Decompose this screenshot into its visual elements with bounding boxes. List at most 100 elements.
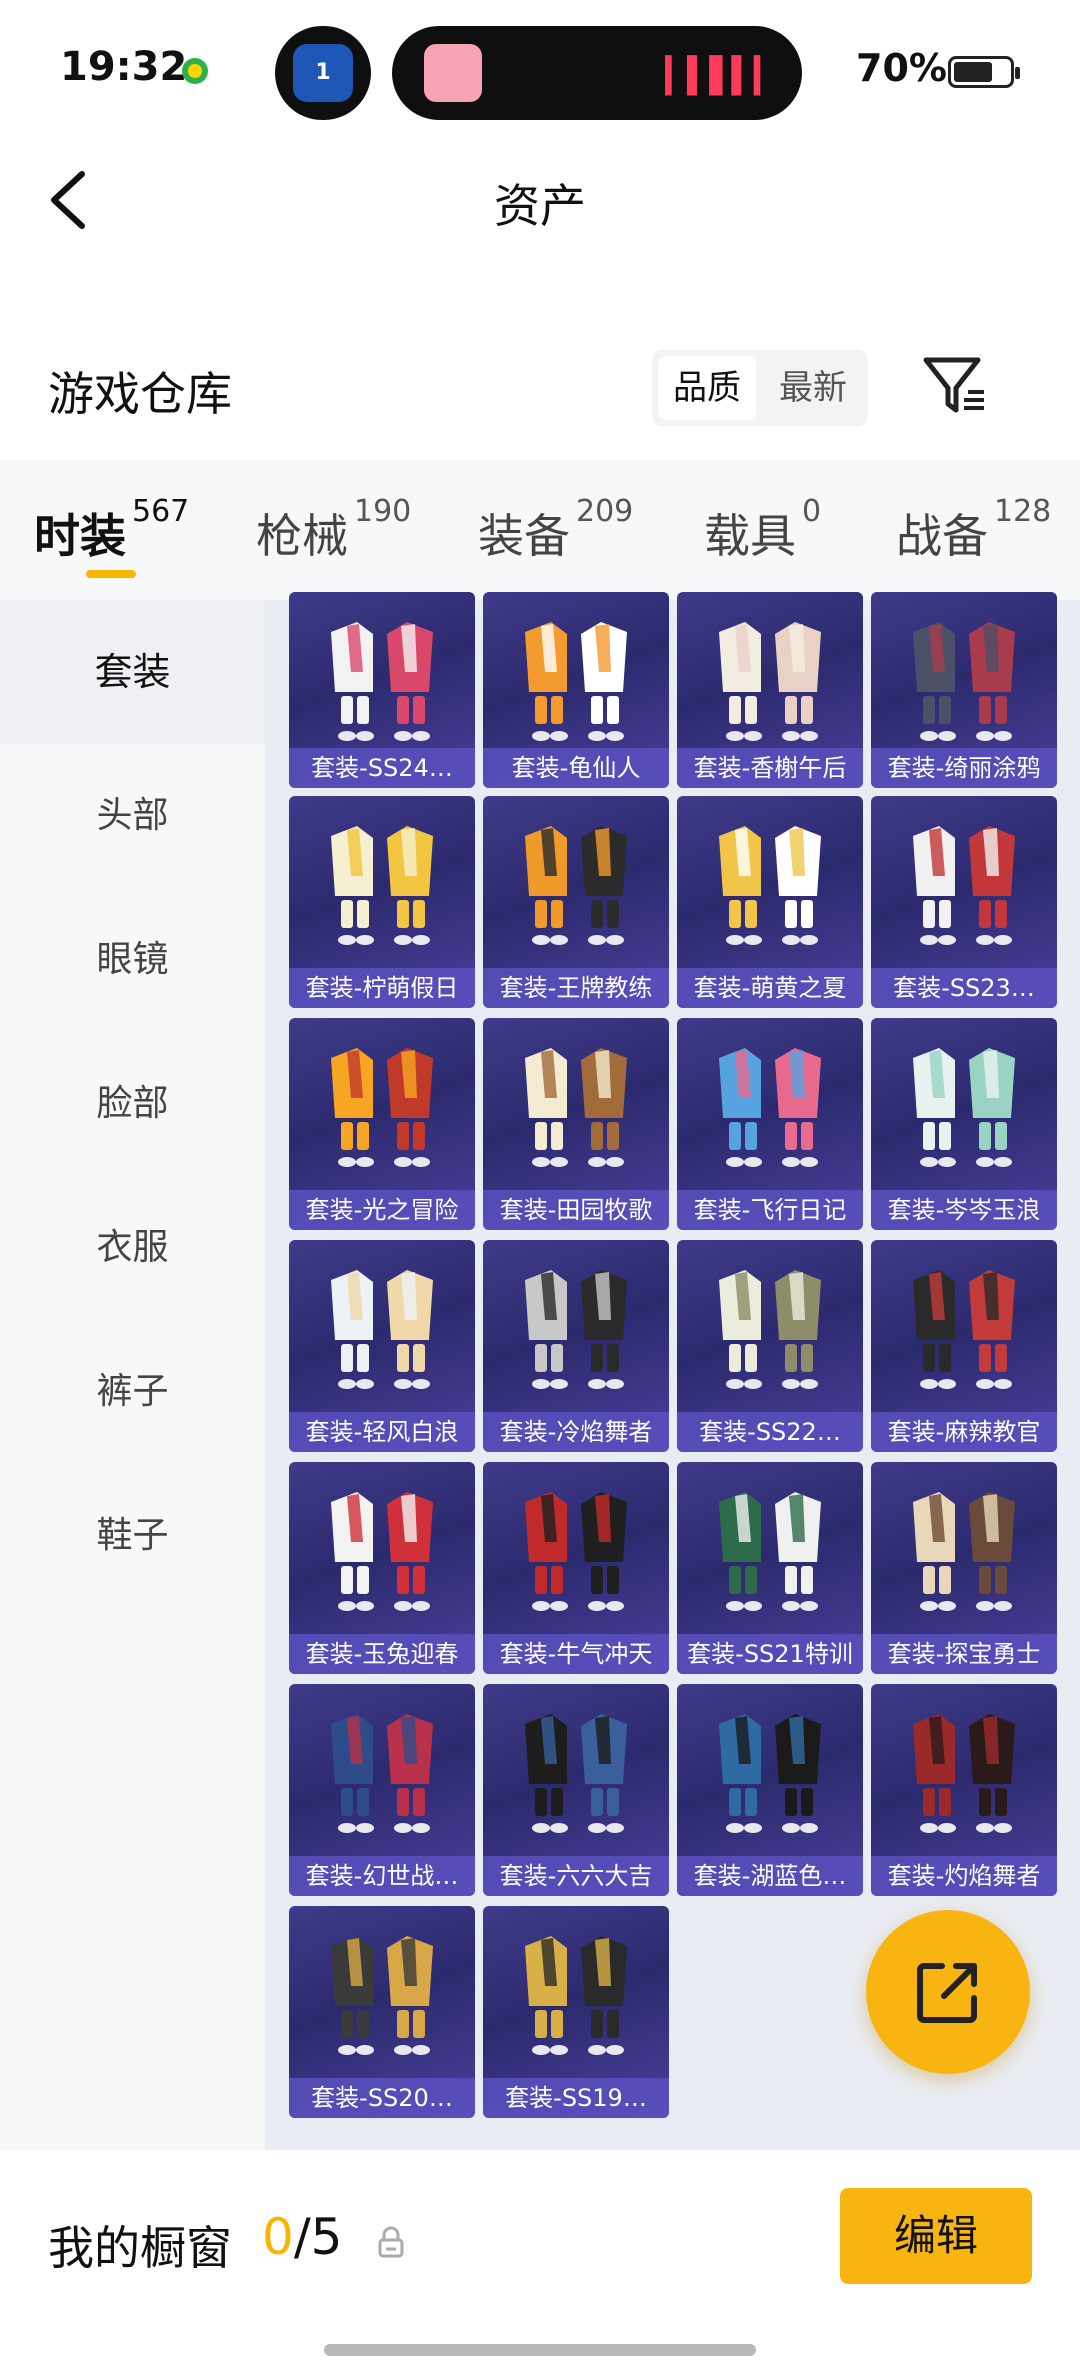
outfit-card[interactable]: 套装-湖蓝色…	[677, 1684, 863, 1896]
outfit-thumbnail-icon	[331, 622, 433, 741]
showcase-total: /5	[293, 2208, 343, 2266]
showcase-label: 我的橱窗	[48, 2221, 232, 2275]
outfit-thumbnail-icon	[525, 1048, 627, 1167]
sidebar-item-clothes[interactable]: 衣服	[0, 1176, 265, 1320]
sub-category-sidebar: 套装 头部 眼镜 脸部 衣服 裤子 鞋子	[0, 600, 265, 2150]
outfit-thumbnail-icon	[525, 622, 627, 741]
warehouse-title: 游戏仓库	[48, 367, 232, 421]
tab-label: 时装	[34, 509, 126, 563]
media-thumbnail	[424, 44, 482, 102]
tab-guns[interactable]: 枪械 190	[256, 494, 411, 566]
sort-toggle: 品质 最新	[652, 350, 868, 426]
sidebar-item-pants[interactable]: 裤子	[0, 1320, 265, 1464]
edit-button[interactable]: 编辑	[840, 2188, 1032, 2284]
filter-button[interactable]	[920, 350, 990, 420]
outfit-thumbnail-icon	[913, 1048, 1015, 1167]
outfit-card[interactable]: 套装-香榭午后	[677, 592, 863, 788]
outfit-thumbnail-icon	[525, 1270, 627, 1389]
outfit-card[interactable]: 套装-麻辣教官	[871, 1240, 1057, 1452]
outfit-thumbnail-icon	[719, 622, 821, 741]
tab-label: 载具	[704, 509, 796, 563]
outfit-name: 套装-王牌教练	[483, 968, 669, 1008]
outfit-thumbnail-icon	[525, 826, 627, 945]
outfit-card[interactable]: 套装-SS23…	[871, 796, 1057, 1008]
outfit-thumbnail-icon	[719, 1048, 821, 1167]
outfit-card[interactable]: 套装-SS24…	[289, 592, 475, 788]
outfit-thumbnail-icon	[331, 826, 433, 945]
outfit-card[interactable]: 套装-飞行日记	[677, 1018, 863, 1230]
tab-label: 装备	[478, 509, 570, 563]
media-capsule[interactable]: ▎▍▌▍▎	[392, 26, 802, 120]
outfit-card[interactable]: 套装-SS22…	[677, 1240, 863, 1452]
outfit-card[interactable]: 套装-轻风白浪	[289, 1240, 475, 1452]
sidebar-item-glasses[interactable]: 眼镜	[0, 888, 265, 1032]
sort-newest-option[interactable]: 最新	[764, 356, 862, 420]
tab-supplies[interactable]: 战备 128	[896, 494, 1051, 566]
outfit-name: 套装-牛气冲天	[483, 1634, 669, 1674]
tab-count: 190	[354, 494, 412, 529]
sidebar-item-face[interactable]: 脸部	[0, 1032, 265, 1176]
outfit-card[interactable]: 套装-幻世战…	[289, 1684, 475, 1896]
outfit-thumbnail-icon	[719, 1714, 821, 1833]
outfit-thumbnail-icon	[331, 1270, 433, 1389]
outfit-card[interactable]: 套装-岑岑玉浪	[871, 1018, 1057, 1230]
outfit-card[interactable]: 套装-田园牧歌	[483, 1018, 669, 1230]
lock-icon	[378, 2226, 404, 2258]
outfit-card[interactable]: 套装-光之冒险	[289, 1018, 475, 1230]
audio-wave-icon: ▎▍▌▍▎	[665, 56, 780, 96]
outfit-card[interactable]: 套装-柠萌假日	[289, 796, 475, 1008]
outfit-name: 套装-柠萌假日	[289, 968, 475, 1008]
outfit-thumbnail-icon	[331, 1936, 433, 2055]
sidebar-item-head[interactable]: 头部	[0, 744, 265, 888]
outfit-card[interactable]: 套装-SS19…	[483, 1906, 669, 2118]
outfit-thumbnail-icon	[525, 1492, 627, 1611]
tab-vehicles[interactable]: 载具 0	[704, 494, 821, 566]
call-capsule[interactable]: 1	[275, 26, 371, 120]
status-time: 19:32	[60, 44, 188, 90]
outfit-name: 套装-玉兔迎春	[289, 1634, 475, 1674]
outfit-thumbnail-icon	[913, 1270, 1015, 1389]
outfit-card[interactable]: 套装-灼焰舞者	[871, 1684, 1057, 1896]
sort-quality-option[interactable]: 品质	[658, 356, 756, 420]
tab-count: 567	[132, 494, 190, 529]
status-bar: 19:32 1 ▎▍▌▍▎ 70%	[0, 0, 1080, 140]
outfit-name: 套装-SS19…	[483, 2078, 669, 2118]
share-external-icon	[917, 1963, 977, 2023]
share-button[interactable]	[866, 1910, 1030, 2074]
outfit-name: 套装-轻风白浪	[289, 1412, 475, 1452]
sidebar-item-shoes[interactable]: 鞋子	[0, 1464, 265, 1608]
outfit-card[interactable]: 套装-王牌教练	[483, 796, 669, 1008]
outfit-name: 套装-田园牧歌	[483, 1190, 669, 1230]
outfit-card[interactable]: 套装-萌黄之夏	[677, 796, 863, 1008]
outfit-thumbnail-icon	[331, 1492, 433, 1611]
outfit-thumbnail-icon	[913, 1492, 1015, 1611]
home-indicator[interactable]	[324, 2344, 756, 2356]
outfit-thumbnail-icon	[719, 1270, 821, 1389]
outfit-name: 套装-湖蓝色…	[677, 1856, 863, 1896]
outfit-thumbnail-icon	[913, 826, 1015, 945]
outfit-card[interactable]: 套装-牛气冲天	[483, 1462, 669, 1674]
outfit-name: 套装-幻世战…	[289, 1856, 475, 1896]
sidebar-item-suit[interactable]: 套装	[0, 600, 265, 744]
outfit-card[interactable]: 套装-冷焰舞者	[483, 1240, 669, 1452]
outfit-thumbnail-icon	[525, 1714, 627, 1833]
outfit-card[interactable]: 套装-SS21特训	[677, 1462, 863, 1674]
music-app-icon	[182, 58, 208, 84]
outfit-name: 套装-萌黄之夏	[677, 968, 863, 1008]
tab-count: 128	[994, 494, 1052, 529]
outfit-card[interactable]: 套装-探宝勇士	[871, 1462, 1057, 1674]
outfit-name: 套装-光之冒险	[289, 1190, 475, 1230]
outfit-name: 套装-探宝勇士	[871, 1634, 1057, 1674]
outfit-name: 套装-麻辣教官	[871, 1412, 1057, 1452]
outfit-card[interactable]: 套装-龟仙人	[483, 592, 669, 788]
outfit-name: 套装-SS23…	[871, 968, 1057, 1008]
tab-equipment[interactable]: 装备 209	[478, 494, 633, 566]
outfit-card[interactable]: 套装-玉兔迎春	[289, 1462, 475, 1674]
call-badge-icon: 1	[293, 44, 353, 102]
outfit-card[interactable]: 套装-绮丽涂鸦	[871, 592, 1057, 788]
tab-count: 209	[576, 494, 634, 529]
outfit-card[interactable]: 套装-SS20…	[289, 1906, 475, 2118]
outfit-card[interactable]: 套装-六六大吉	[483, 1684, 669, 1896]
tab-fashion[interactable]: 时装 567	[34, 494, 189, 566]
outfit-name: 套装-冷焰舞者	[483, 1412, 669, 1452]
